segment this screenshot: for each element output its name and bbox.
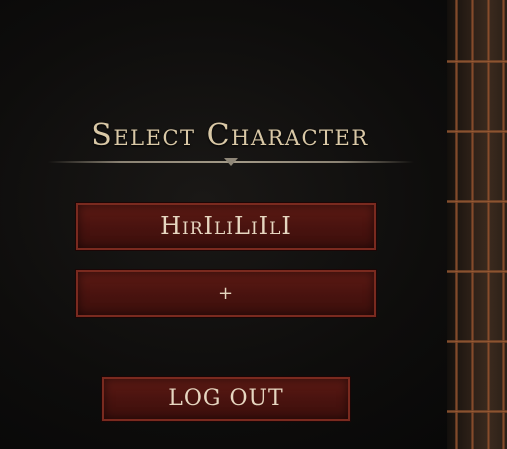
page-title: Select Character xyxy=(91,118,369,153)
title-divider-ornament xyxy=(224,158,238,166)
background-iron-grille xyxy=(447,0,507,449)
add-character-button[interactable]: + xyxy=(76,270,376,317)
log-out-button[interactable]: LOG OUT xyxy=(102,377,350,421)
character-slot-button[interactable]: HirIliLiIlI xyxy=(76,203,376,250)
character-select-screen: Select Character HirIliLiIlI + LOG OUT xyxy=(0,0,507,449)
